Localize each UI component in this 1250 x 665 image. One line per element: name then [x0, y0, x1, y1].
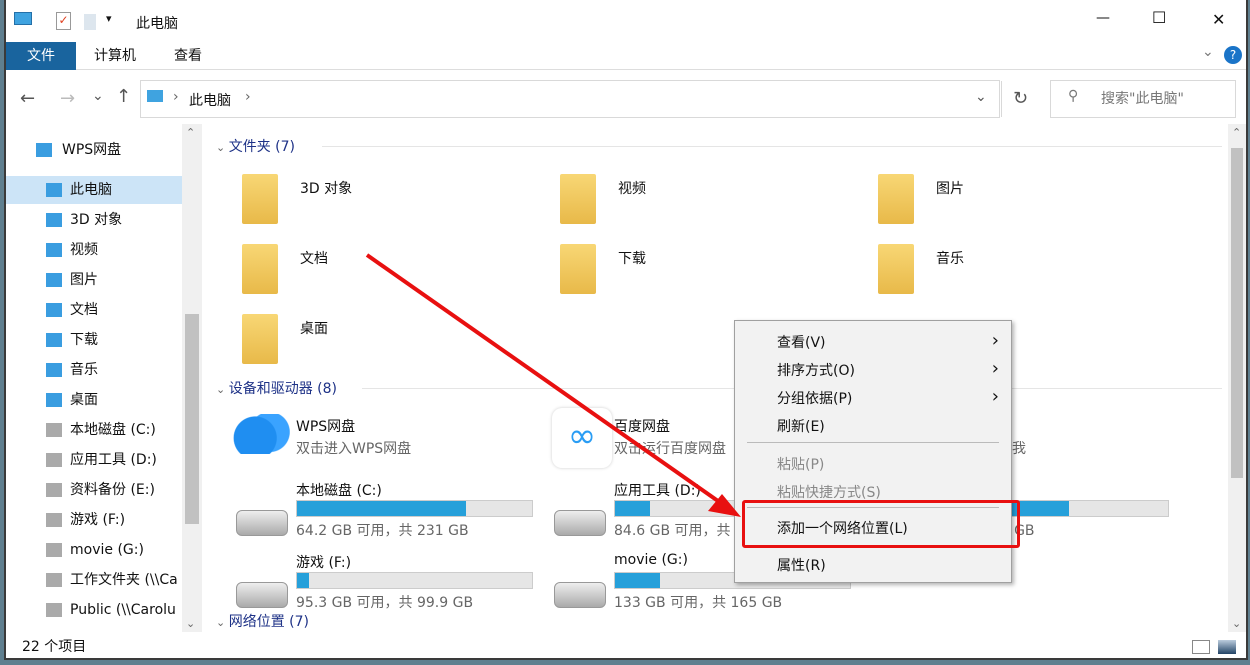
item-count: 22 个项目 — [22, 639, 87, 655]
annotation-arrow — [365, 253, 741, 517]
explorer-window: ✓ ▾ 此电脑 — ☐ ✕ 文件 计算机 查看 ⌄ ? ← → ⌄ ↑ › 此电… — [4, 0, 1248, 660]
large-icons-view-icon[interactable] — [1218, 640, 1236, 654]
details-view-icon[interactable] — [1192, 640, 1210, 654]
arrow-line — [365, 253, 730, 510]
status-bar: 22 个项目 — [6, 636, 1246, 658]
